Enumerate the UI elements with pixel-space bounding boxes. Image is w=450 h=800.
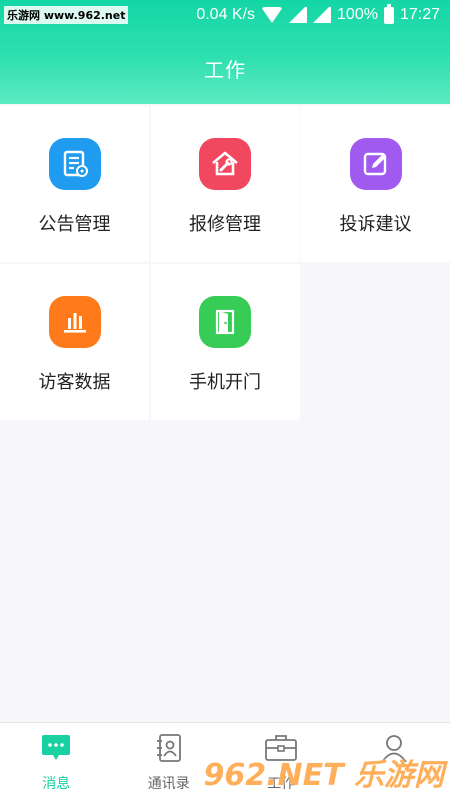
signal-icon bbox=[289, 7, 308, 23]
watermark-bottom: 962.NET 乐游网 bbox=[203, 758, 444, 793]
clock: 17:27 bbox=[399, 6, 440, 23]
page-title: 工作 bbox=[204, 58, 246, 82]
grid-item-label: 访客数据 bbox=[38, 372, 111, 393]
grid-item-label: 公告管理 bbox=[38, 214, 111, 235]
signal-icon bbox=[313, 7, 332, 23]
wifi-icon bbox=[261, 7, 284, 23]
door-icon bbox=[199, 296, 251, 348]
grid-empty-cell bbox=[301, 264, 450, 420]
function-grid: 公告管理 报修管理 投诉建议 访客数据 手机开门 bbox=[0, 106, 450, 420]
battery-icon bbox=[383, 3, 394, 24]
watermark-top: 乐游网 www.962.net bbox=[4, 6, 129, 24]
header: 乐游网 www.962.net 0.04 K/s 100% 17:27 工作 bbox=[0, 0, 450, 104]
complaint-icon bbox=[349, 138, 402, 190]
nav-item-messages[interactable]: 消息 bbox=[0, 723, 113, 800]
grid-item-label: 手机开门 bbox=[189, 372, 261, 393]
grid-item-label: 投诉建议 bbox=[339, 214, 412, 235]
status-bar: 乐游网 www.962.net 0.04 K/s 100% 17:27 bbox=[0, 0, 450, 32]
grid-item-complaint[interactable]: 投诉建议 bbox=[301, 106, 450, 262]
grid-item-visitor-data[interactable]: 访客数据 bbox=[0, 264, 149, 420]
announcement-icon bbox=[48, 138, 101, 190]
grid-item-announcement[interactable]: 公告管理 bbox=[0, 106, 149, 262]
network-speed: 0.04 K/s bbox=[196, 6, 256, 23]
grid-item-door[interactable]: 手机开门 bbox=[150, 264, 300, 420]
status-right: 0.04 K/s 100% 17:27 bbox=[196, 3, 440, 24]
nav-label: 消息 bbox=[42, 776, 71, 792]
battery-percent: 100% bbox=[337, 6, 378, 23]
message-icon bbox=[39, 733, 73, 763]
repair-icon bbox=[199, 138, 251, 190]
visitor-data-icon bbox=[48, 296, 101, 348]
contacts-icon bbox=[152, 733, 186, 763]
grid-item-label: 报修管理 bbox=[189, 214, 261, 235]
nav-label: 通讯录 bbox=[147, 776, 190, 792]
grid-item-repair[interactable]: 报修管理 bbox=[150, 106, 300, 262]
